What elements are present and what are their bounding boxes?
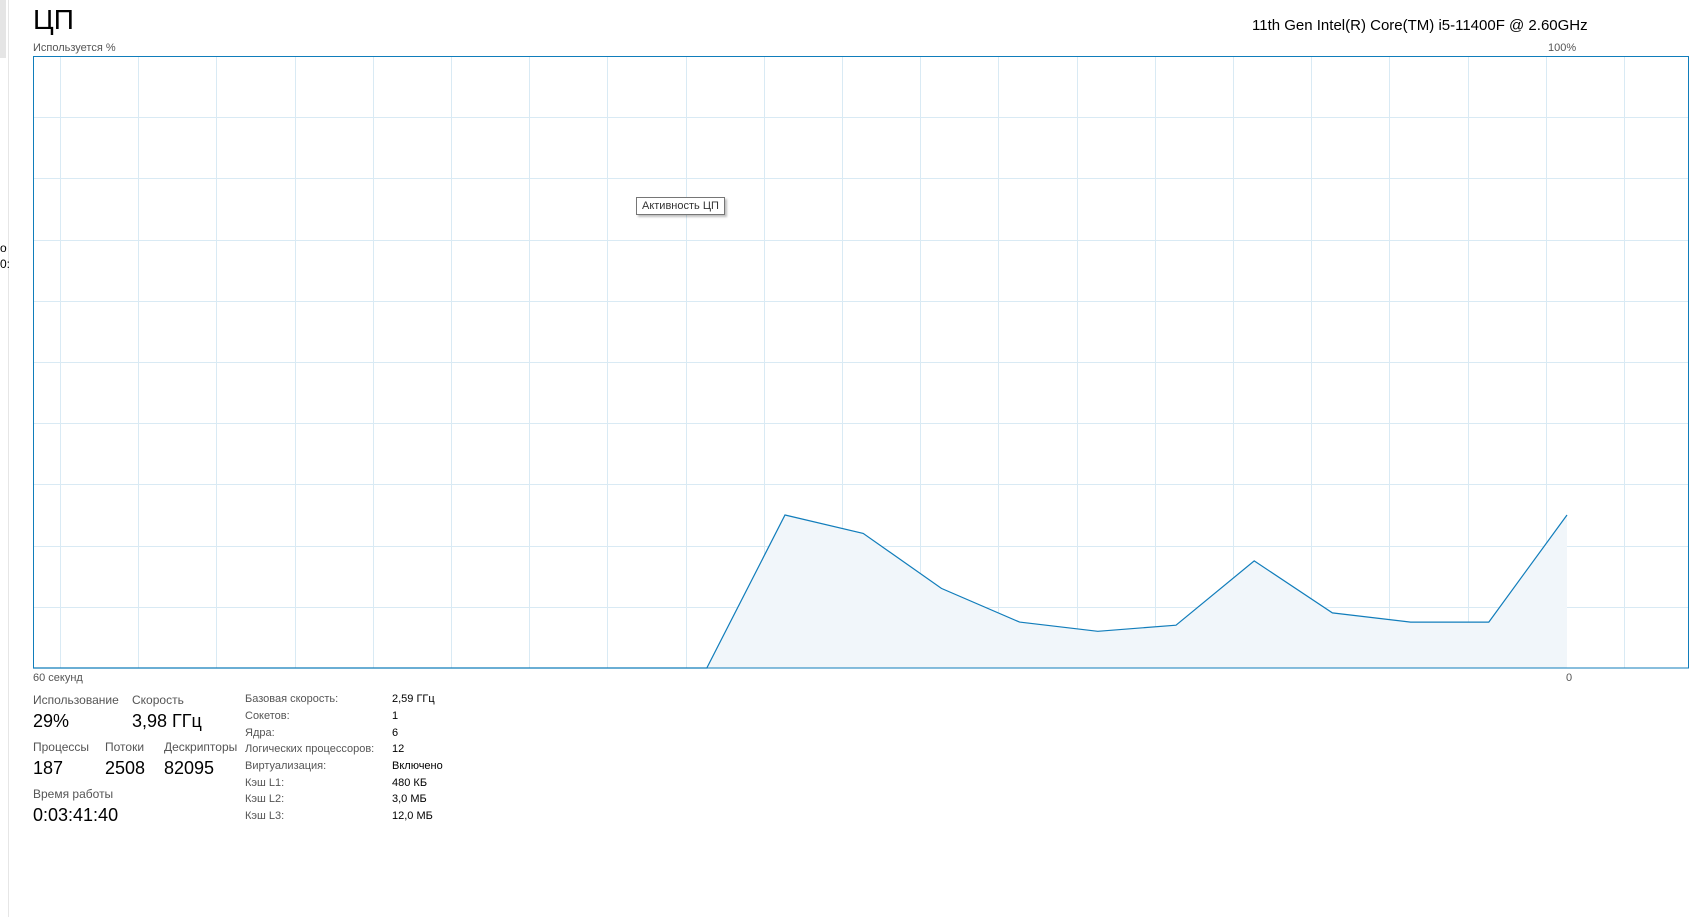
- usage-label: Использование: [33, 693, 119, 707]
- logical-processors-value: 12: [392, 743, 405, 755]
- virtualization-label: Виртуализация:: [245, 760, 327, 772]
- cache-l3-value: 12,0 МБ: [392, 810, 433, 822]
- chart-x-label-left: 60 секунд: [33, 672, 83, 684]
- cpu-usage-area: [33, 515, 1567, 668]
- cache-l2-value: 3,0 МБ: [392, 793, 427, 805]
- logical-processors-label: Логических процессоров:: [245, 743, 375, 755]
- handles-value: 82095: [164, 758, 215, 778]
- cache-l2-label: Кэш L2:: [245, 793, 285, 805]
- sockets-value: 1: [392, 710, 399, 722]
- page-title: ЦП: [33, 4, 74, 35]
- handles-label: Дескрипторы: [164, 740, 238, 754]
- sidebar-selected-item[interactable]: [0, 0, 6, 58]
- chart-y-label: Используется %: [33, 42, 116, 54]
- threads-label: Потоки: [105, 740, 145, 754]
- threads-value: 2508: [105, 758, 146, 778]
- uptime-label: Время работы: [33, 787, 114, 801]
- cores-label: Ядра:: [245, 727, 275, 739]
- base-speed-value: 2,59 ГГц: [392, 693, 435, 705]
- uptime-value: 0:03:41:40: [33, 805, 119, 825]
- processes-label: Процессы: [33, 740, 90, 754]
- cache-l1-value: 480 КБ: [392, 777, 428, 789]
- speed-label: Скорость: [132, 693, 184, 707]
- chart-tooltip: Активность ЦП: [636, 197, 725, 215]
- cores-value: 6: [392, 727, 399, 739]
- sidebar-panel: о 0:: [0, 0, 11, 917]
- chart-x-label-right: 0: [1566, 672, 1573, 684]
- sockets-label: Сокетов:: [245, 710, 290, 722]
- sidebar-fragment-text: 0:: [0, 257, 11, 271]
- cache-l1-label: Кэш L1:: [245, 777, 285, 789]
- speed-value: 3,98 ГГц: [132, 711, 202, 731]
- usage-value: 29%: [33, 711, 70, 731]
- cpu-usage-chart[interactable]: [33, 56, 1689, 669]
- sidebar-fragment-text: о: [0, 241, 7, 255]
- virtualization-value: Включено: [392, 760, 443, 772]
- chart-y-max-label: 100%: [1548, 42, 1577, 54]
- processes-value: 187: [33, 758, 64, 778]
- base-speed-label: Базовая скорость:: [245, 693, 339, 705]
- cpu-model-name: 11th Gen Intel(R) Core(TM) i5-11400F @ 2…: [1252, 17, 1588, 34]
- cache-l3-label: Кэш L3:: [245, 810, 285, 822]
